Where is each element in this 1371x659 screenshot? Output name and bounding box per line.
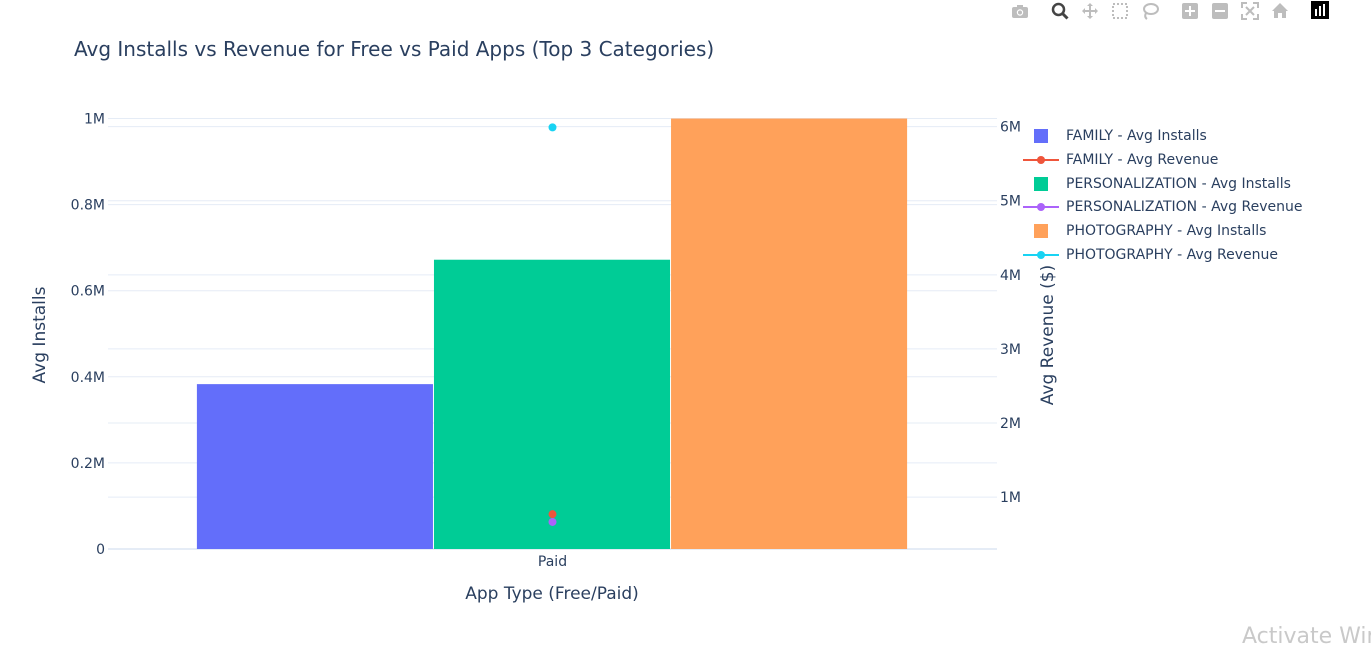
legend-symbol: [1023, 250, 1059, 259]
zoom-icon[interactable]: [1051, 2, 1069, 20]
legend-label: FAMILY - Avg Revenue: [1066, 151, 1219, 168]
y-tick-label: 0.8M: [71, 198, 105, 214]
y2-tick-label: 2M: [1000, 416, 1021, 432]
y2-tick-label: 6M: [1000, 120, 1021, 136]
camera-icon[interactable]: [1011, 2, 1029, 20]
legend-symbol: [1034, 176, 1048, 191]
legend-swatch: [1034, 129, 1048, 143]
legend-marker: [1037, 250, 1045, 259]
y-tick-label: 0.6M: [71, 284, 105, 300]
legend-symbol: [1034, 129, 1048, 143]
chart-title: Avg Installs vs Revenue for Free vs Paid…: [74, 37, 714, 61]
y-tick-label: 0.2M: [71, 456, 105, 472]
legend-label: PHOTOGRAPHY - Avg Revenue: [1066, 246, 1278, 263]
lasso-icon[interactable]: [1141, 2, 1159, 20]
plotly-logo-icon[interactable]: [1311, 1, 1329, 19]
legend-symbol: [1023, 203, 1059, 212]
point-family[interactable]: [548, 510, 557, 519]
point-personalization[interactable]: [548, 517, 557, 526]
autoscale-icon[interactable]: [1241, 2, 1259, 20]
y2-tick-label: 3M: [1000, 342, 1021, 358]
legend-label: PERSONALIZATION - Avg Installs: [1066, 175, 1291, 192]
point-photography[interactable]: [548, 123, 557, 132]
pan-icon[interactable]: [1081, 2, 1099, 20]
zoom-in-icon[interactable]: [1181, 2, 1199, 20]
y2-axis-title: Avg Revenue ($): [1038, 265, 1058, 405]
y-tick-label: 0: [96, 542, 105, 558]
legend-swatch: [1034, 224, 1048, 239]
legend-swatch: [1034, 176, 1048, 191]
y-tick-label: 0.4M: [71, 370, 105, 386]
legend-symbol: [1023, 155, 1059, 164]
y-tick-label: 1M: [84, 112, 105, 128]
y-axis-title: Avg Installs: [30, 286, 50, 383]
bar-personalization[interactable]: [433, 259, 671, 549]
legend-symbol: [1034, 224, 1048, 239]
y2-tick-label: 1M: [1000, 490, 1021, 506]
y2-tick-label: 5M: [1000, 194, 1021, 210]
x-tick-label: Paid: [538, 554, 567, 570]
reset-axes-icon[interactable]: [1271, 2, 1289, 20]
legend-marker: [1037, 155, 1045, 164]
legend-label: PERSONALIZATION - Avg Revenue: [1066, 199, 1303, 216]
bar-photography[interactable]: [671, 118, 908, 550]
windows-activation-watermark: Activate Wir: [1242, 624, 1371, 649]
x-axis-title: App Type (Free/Paid): [465, 584, 639, 604]
box-select-icon[interactable]: [1111, 2, 1129, 20]
y2-tick-label: 4M: [1000, 268, 1021, 284]
legend-label: PHOTOGRAPHY - Avg Installs: [1066, 223, 1267, 240]
zoom-out-icon[interactable]: [1211, 2, 1229, 20]
chart-svg: 0 0.2M 0.4M 0.6M 0.8M 1M 1M 2M 3M 4M 5M 6M Paid Av…: [0, 0, 1371, 659]
legend-label: FAMILY - Avg Installs: [1066, 128, 1207, 144]
bar-family[interactable]: [196, 384, 433, 549]
x-axis-ticks: Paid: [538, 554, 567, 570]
legend-marker: [1037, 203, 1045, 212]
